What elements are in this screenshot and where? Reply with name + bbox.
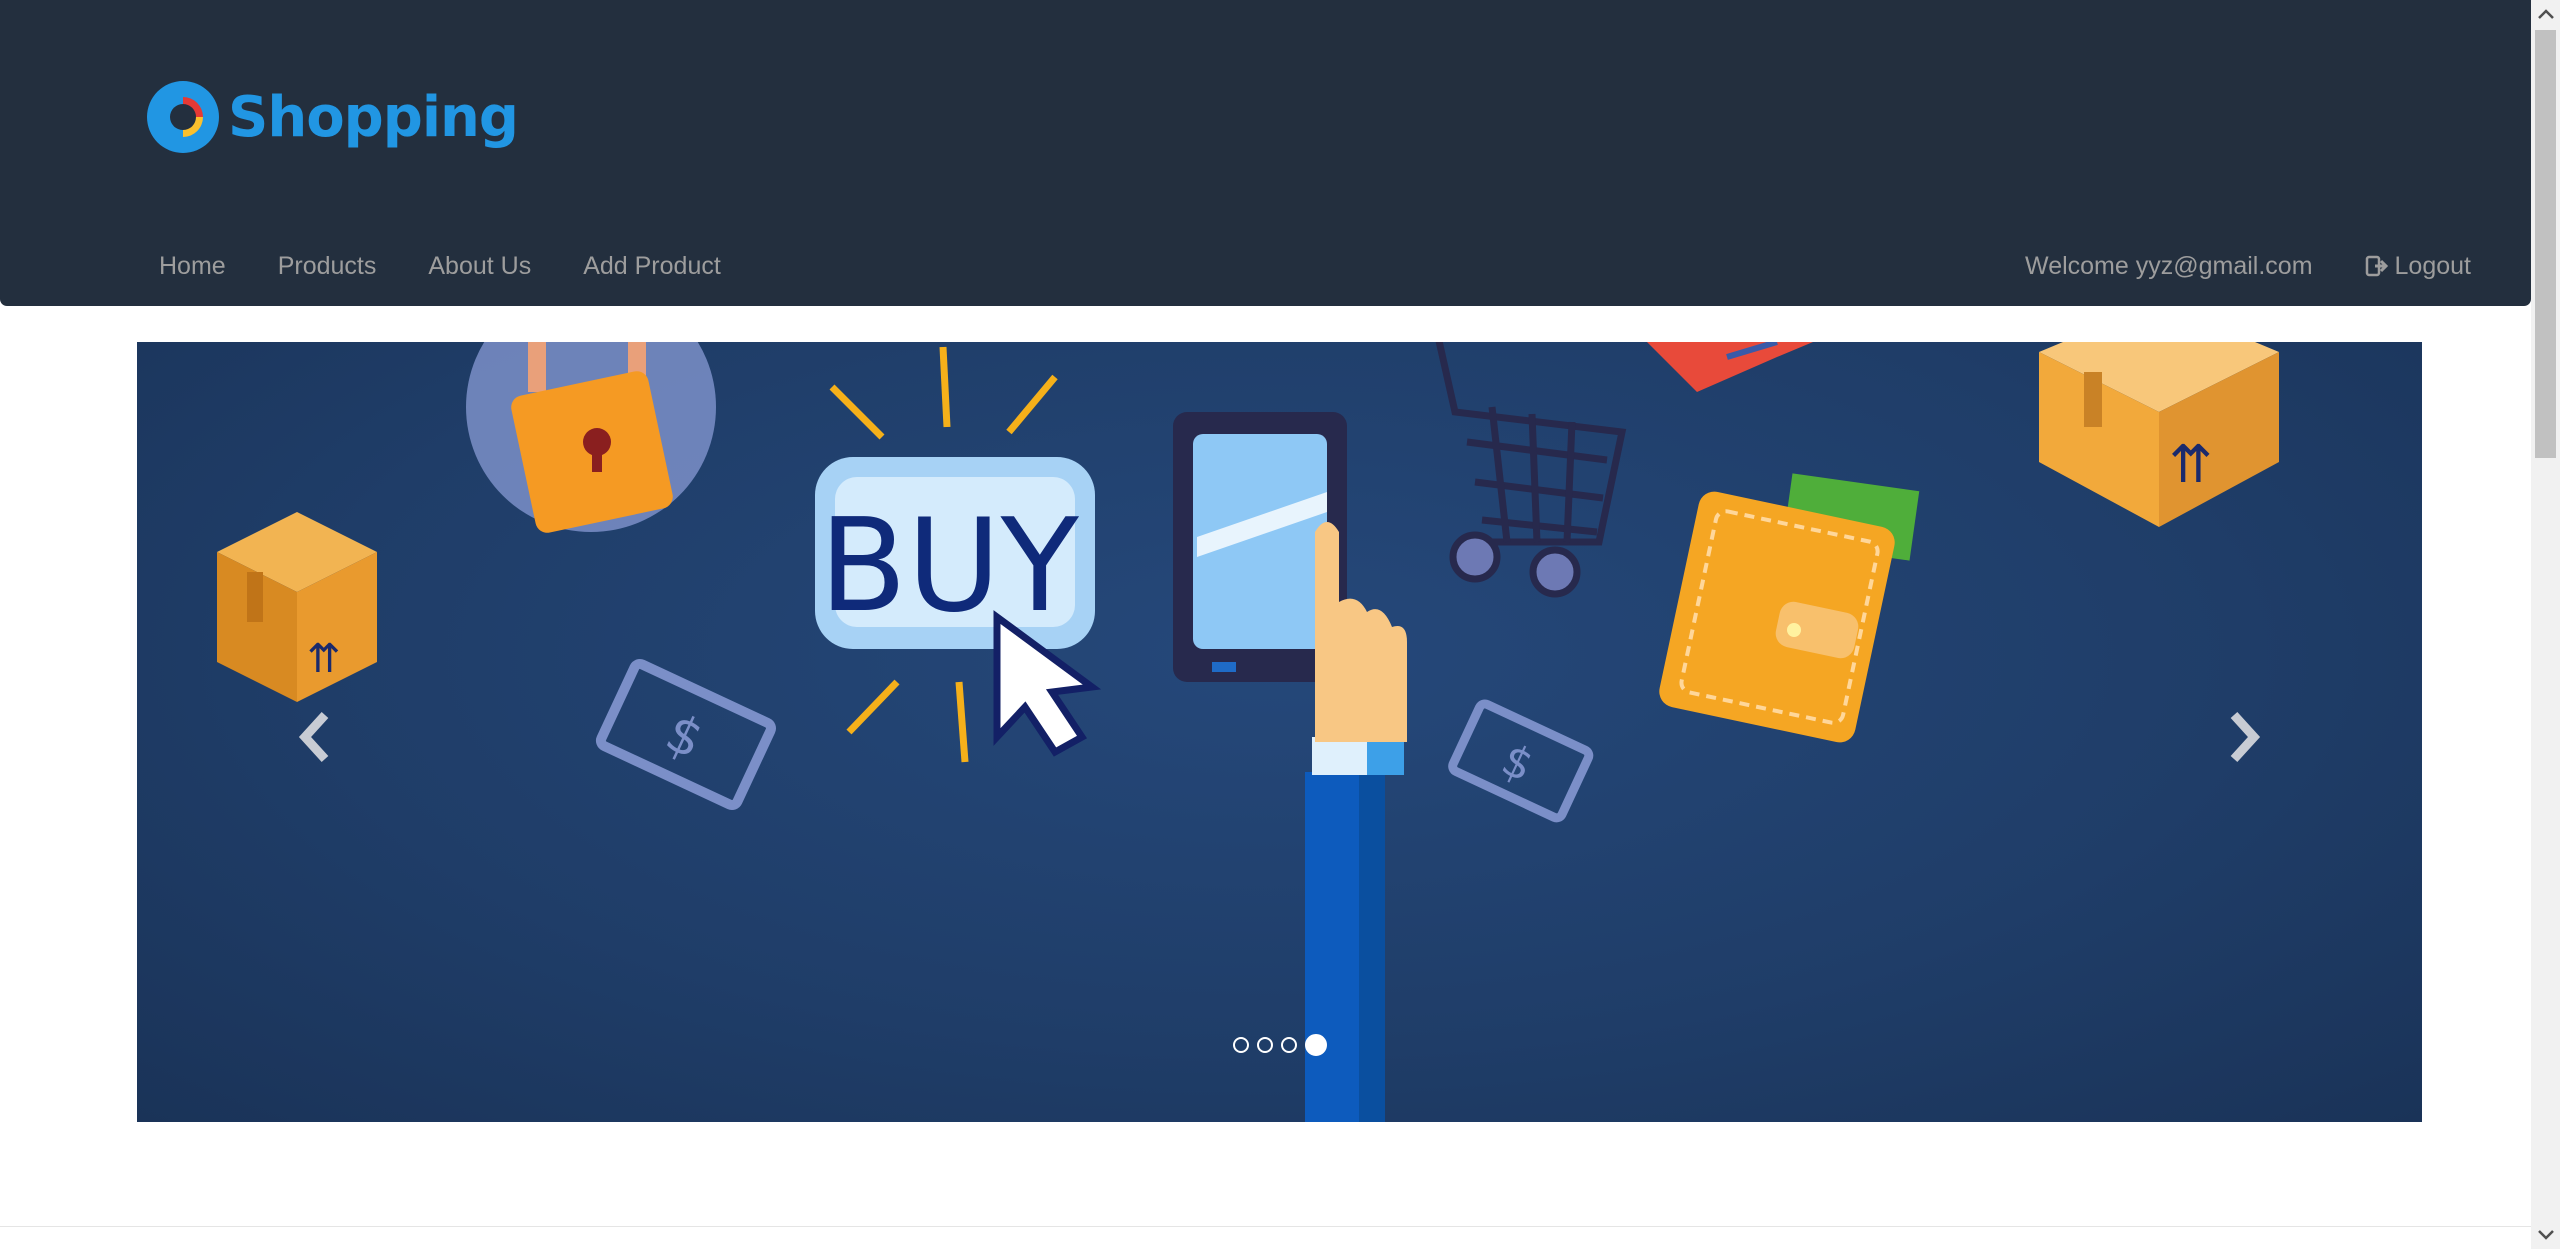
nav-add-product[interactable]: Add Product [567,240,737,292]
nav-home[interactable]: Home [143,240,242,292]
package-box-icon: ⇈ [217,512,377,702]
phone-hand-graphic [1173,412,1407,1122]
svg-text:$: $ [1494,734,1541,792]
dollar-bill-icon: $ [1448,699,1594,823]
section-divider [0,1226,2531,1227]
carousel-indicator-1[interactable] [1232,1037,1249,1053]
logout-icon [2365,255,2388,277]
brand-name: Shopping [228,84,519,150]
svg-text:BUY: BUY [819,492,1080,641]
shopping-cart-icon [1435,342,1627,598]
scroll-thumb[interactable] [2535,30,2556,458]
scroll-up-button[interactable] [2531,0,2560,28]
svg-text:⇈: ⇈ [307,636,341,682]
user-nav: Welcome yyz@gmail.com Logout [1989,240,2487,292]
dollar-bill-icon: $ [595,658,776,810]
svg-text:$: $ [657,703,712,771]
carousel-next-button[interactable] [2214,697,2274,777]
main-nav: Home Products About Us Add Product [143,240,757,292]
nav-about-us[interactable]: About Us [412,240,547,292]
nav-products[interactable]: Products [262,240,393,292]
scroll-down-button[interactable] [2531,1221,2560,1249]
carousel-indicator-3[interactable] [1280,1037,1297,1053]
brand[interactable]: Shopping [146,80,519,154]
chevron-up-icon [2537,9,2554,19]
lock-icon [466,342,716,533]
logout-link[interactable]: Logout [2349,240,2487,292]
carousel-indicators [137,1034,2422,1056]
carousel-indicator-4[interactable] [1304,1034,1327,1056]
logout-label: Logout [2394,252,2471,280]
chevron-down-icon [2537,1230,2554,1240]
chevron-left-icon [298,711,329,763]
shopping-logo-icon [147,81,219,153]
chevron-right-icon [2230,711,2261,763]
welcome-link[interactable]: Welcome yyz@gmail.com [2009,240,2328,292]
credit-card-icon [1647,342,1813,392]
carousel-indicator-2[interactable] [1256,1037,1273,1053]
online-shopping-banner: ⇈ $ $ BUY ⇈ [217,342,2279,1122]
buy-button-graphic: BUY [815,346,1102,763]
hero-carousel: ⇈ $ $ BUY ⇈ [137,342,2422,1122]
navbar: Shopping Home Products About Us Add Prod… [0,0,2531,306]
page-scrollbar[interactable] [2531,0,2560,1249]
svg-text:⇈: ⇈ [2169,435,2213,495]
package-box-icon: ⇈ [2039,342,2279,527]
carousel-prev-button[interactable] [285,697,345,777]
wallet-icon [1659,473,1920,743]
